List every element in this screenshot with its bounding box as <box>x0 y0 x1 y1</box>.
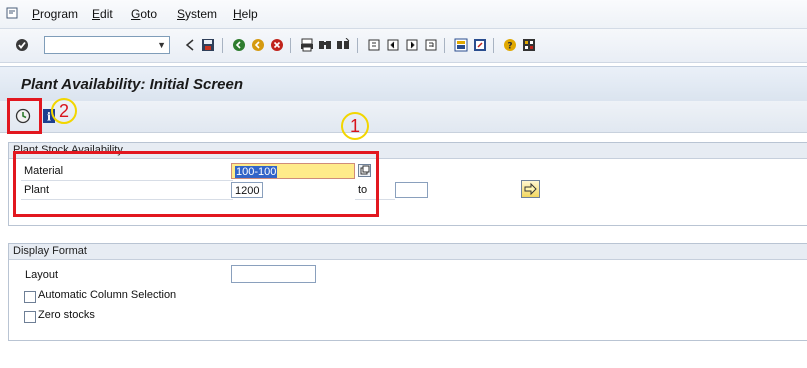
new-session-icon[interactable] <box>453 37 469 53</box>
layout-input[interactable] <box>231 265 316 283</box>
annotation-number-2: 2 <box>51 98 77 124</box>
toolbar-separator <box>357 38 358 53</box>
layout-menu-icon[interactable] <box>521 37 537 53</box>
annotation-box-2 <box>7 98 42 134</box>
back-arrow-icon[interactable] <box>182 37 198 53</box>
last-page-icon[interactable] <box>423 37 439 53</box>
find-next-icon[interactable] <box>335 37 351 53</box>
multiple-selection-button[interactable] <box>521 180 540 198</box>
title-bar: Plant Availability: Initial Screen <box>0 66 807 101</box>
group-title: Display Format <box>9 244 807 260</box>
arrow-right-icon <box>524 182 537 196</box>
plant-to-input[interactable] <box>395 182 428 198</box>
menu-program[interactable]: Program <box>32 7 78 21</box>
exit-icon[interactable] <box>250 37 266 53</box>
command-field[interactable]: ▼ <box>44 36 170 54</box>
menu-bar: Program Edit Goto System Help <box>0 0 807 29</box>
chevron-down-icon[interactable]: ▼ <box>157 40 166 50</box>
enter-check-icon[interactable] <box>14 37 30 53</box>
menu-goto[interactable]: Goto <box>131 7 157 21</box>
annotation-box-1 <box>13 151 379 217</box>
toolbar-separator <box>222 38 223 53</box>
menu-help[interactable]: Help <box>233 7 258 21</box>
display-format-group: Display Format Layout Automatic Column S… <box>8 243 807 341</box>
automatic-column-selection-checkbox[interactable] <box>24 291 36 303</box>
menu-system[interactable]: System <box>177 7 217 21</box>
first-page-icon[interactable] <box>366 37 382 53</box>
zero-stocks-label: Zero stocks <box>38 309 95 321</box>
toolbar-separator <box>290 38 291 53</box>
shortcut-icon[interactable] <box>472 37 488 53</box>
toolbar-separator <box>444 38 445 53</box>
annotation-number-1: 1 <box>341 112 369 140</box>
help-icon[interactable]: ? <box>502 37 518 53</box>
find-icon[interactable] <box>317 37 333 53</box>
automatic-column-selection-label: Automatic Column Selection <box>38 289 177 301</box>
application-toolbar: i <box>0 101 807 133</box>
save-icon[interactable] <box>200 37 216 53</box>
svg-text:?: ? <box>507 42 512 52</box>
previous-page-icon[interactable] <box>385 37 401 53</box>
page-title: Plant Availability: Initial Screen <box>21 76 244 93</box>
standard-toolbar: ▼ ? <box>0 29 807 63</box>
toolbar-separator <box>493 38 494 53</box>
back-icon[interactable] <box>231 37 247 53</box>
cancel-icon[interactable] <box>269 37 285 53</box>
layout-label: Layout <box>25 269 59 281</box>
menu-edit[interactable]: Edit <box>92 7 113 21</box>
system-menu-icon[interactable] <box>6 7 18 19</box>
print-icon[interactable] <box>299 37 315 53</box>
next-page-icon[interactable] <box>404 37 420 53</box>
zero-stocks-checkbox[interactable] <box>24 311 36 323</box>
